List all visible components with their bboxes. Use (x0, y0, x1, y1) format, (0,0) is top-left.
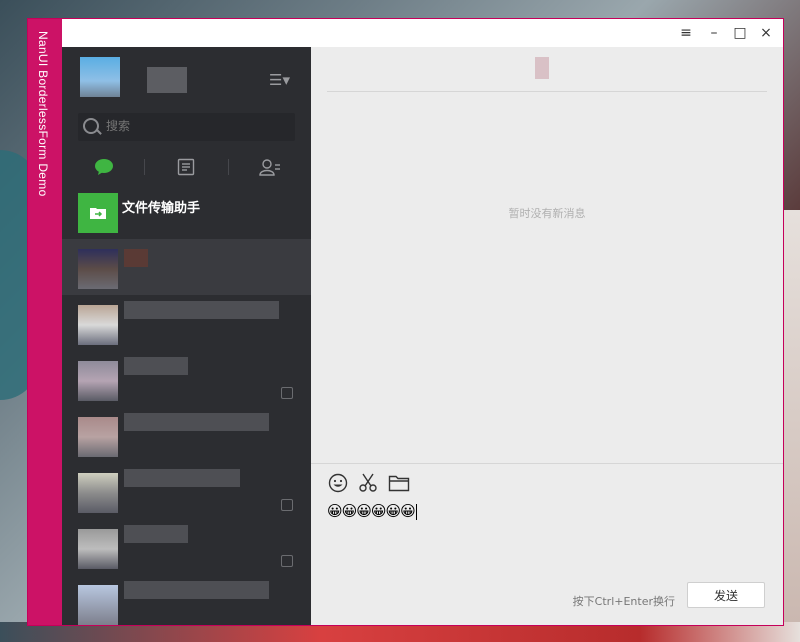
composer: 😀😀😀😀😀😀 按下Ctrl+Enter换行 发送 (311, 463, 783, 625)
chat-name: 文件传输助手 (122, 200, 201, 215)
user-name-redacted (147, 67, 187, 93)
app-window: NanUI BorderlessForm Demo ≡ – □ × ☰▾ 搜索 … (28, 19, 783, 625)
app-title-vertical: NanUI BorderlessForm Demo (36, 31, 50, 197)
brand-bar: NanUI BorderlessForm Demo (28, 19, 62, 625)
send-button[interactable]: 发送 (687, 582, 765, 608)
sidebar: ☰▾ 搜索 文件传输助手 (62, 47, 311, 625)
list-item[interactable] (62, 575, 311, 625)
list-item[interactable] (62, 519, 311, 575)
contacts-icon (259, 159, 280, 176)
document-icon (177, 158, 195, 176)
list-item[interactable] (62, 295, 311, 351)
tab-divider (144, 159, 145, 175)
maximize-icon[interactable]: □ (729, 23, 751, 43)
avatar (78, 473, 118, 513)
mute-icon (281, 387, 293, 399)
sidebar-tabs (62, 151, 311, 181)
avatar (78, 417, 118, 457)
emoji-icon[interactable] (327, 472, 349, 494)
avatar (78, 585, 118, 625)
text-caret (415, 503, 417, 520)
mute-icon (281, 555, 293, 567)
chat-name-redacted (124, 301, 279, 319)
tab-divider (228, 159, 229, 175)
chat-name-redacted (124, 357, 188, 375)
list-item[interactable] (62, 407, 311, 463)
list-item[interactable] (62, 463, 311, 519)
avatar[interactable] (80, 57, 120, 97)
tab-chat[interactable] (84, 153, 124, 181)
avatar (78, 361, 118, 401)
list-item[interactable]: 文件传输助手 (62, 183, 311, 239)
chat-title-redacted (535, 57, 549, 79)
list-item[interactable] (62, 351, 311, 407)
tab-contacts[interactable] (250, 153, 290, 181)
folder-transfer-icon (90, 208, 106, 219)
minimize-icon[interactable]: – (703, 23, 725, 43)
message-input-text: 😀😀😀😀😀😀 (327, 502, 416, 520)
avatar (78, 249, 118, 289)
avatar (78, 305, 118, 345)
chat-name-redacted (124, 525, 188, 543)
avatar (78, 529, 118, 569)
avatar (78, 193, 118, 233)
tab-docs[interactable] (166, 153, 206, 181)
chat-header (327, 47, 767, 92)
list-item[interactable] (62, 239, 311, 295)
newline-hint: 按下Ctrl+Enter换行 (572, 595, 675, 608)
folder-icon[interactable] (388, 472, 410, 494)
close-icon[interactable]: × (755, 23, 777, 43)
mute-icon (281, 499, 293, 511)
chat-pane: 暂时没有新消息 😀😀😀😀😀😀 按下Ctrl+Enter换行 发送 (311, 47, 783, 625)
search-box[interactable] (78, 113, 295, 141)
chat-list: 文件传输助手 (62, 183, 311, 625)
chat-name-redacted (124, 469, 240, 487)
scissors-icon[interactable] (357, 472, 379, 494)
background-bottom (0, 622, 800, 642)
list-menu-icon[interactable]: ☰▾ (269, 71, 290, 89)
empty-message: 暂时没有新消息 (508, 207, 586, 220)
chat-bubble-icon (95, 159, 113, 175)
search-icon (83, 118, 99, 134)
menu-icon[interactable]: ≡ (675, 23, 697, 43)
title-bar: ≡ – □ × (62, 19, 783, 47)
chat-name-redacted (124, 249, 148, 267)
chat-name-redacted (124, 581, 269, 599)
chat-name-redacted (124, 413, 269, 431)
message-input[interactable]: 😀😀😀😀😀😀 (327, 502, 417, 520)
search-input[interactable] (104, 118, 288, 134)
